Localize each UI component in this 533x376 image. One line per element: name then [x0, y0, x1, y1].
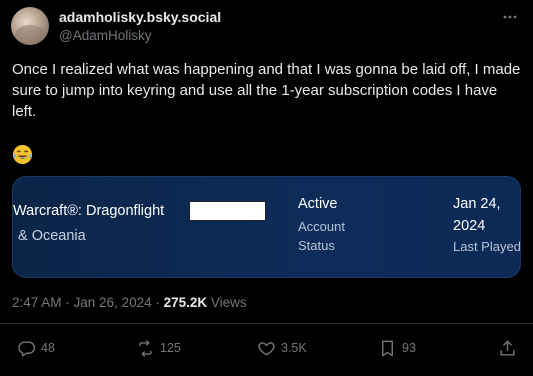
- redaction-box: [189, 201, 266, 221]
- views-label: Views: [207, 295, 247, 310]
- share-button[interactable]: [498, 337, 517, 359]
- repost-count: 125: [160, 341, 181, 355]
- card-game-name: Warcraft®: Dragonflight: [13, 203, 165, 219]
- avatar-image: [15, 25, 45, 45]
- bookmark-button[interactable]: 93: [378, 337, 416, 359]
- heart-icon: [258, 341, 275, 356]
- face-with-tears-of-joy-icon: [12, 144, 33, 165]
- last-played-date-line1: Jan 24,: [453, 196, 501, 212]
- last-played-date-line2: 2024: [453, 218, 486, 234]
- attached-image-card[interactable]: Warcraft®: Dragonflight & Oceania Active…: [12, 176, 521, 278]
- tweet-text: Once I realized what was happening and t…: [12, 61, 521, 120]
- tweet-timestamp[interactable]: 2:47 AM · Jan 26, 2024 ·: [12, 295, 164, 310]
- author-handle[interactable]: @AdamHolisky: [59, 28, 151, 43]
- repost-button[interactable]: 125: [136, 337, 181, 359]
- action-bar: 48 125 3.5K 93: [0, 337, 533, 359]
- views-count: 275.2K: [163, 295, 208, 310]
- account-status-label-line2: Status: [298, 238, 335, 253]
- bookmark-icon: [382, 340, 393, 356]
- account-status-label-line1: Account: [298, 219, 345, 234]
- repost-icon: [139, 339, 152, 357]
- like-button[interactable]: 3.5K: [257, 337, 307, 359]
- share-icon: [500, 339, 515, 356]
- reply-count: 48: [41, 341, 55, 355]
- avatar[interactable]: [11, 7, 49, 45]
- last-played-label: Last Played: [453, 239, 521, 254]
- reply-button[interactable]: 48: [17, 337, 55, 359]
- account-status-value: Active: [298, 196, 338, 212]
- divider: [0, 323, 533, 324]
- card-region: & Oceania: [18, 228, 86, 244]
- author-display-name[interactable]: adamholisky.bsky.social: [59, 9, 221, 25]
- like-count: 3.5K: [281, 341, 307, 355]
- tweet-meta: 2:47 AM · Jan 26, 2024 · 275.2K Views: [12, 295, 247, 310]
- bookmark-count: 93: [402, 341, 416, 355]
- reply-icon: [18, 340, 36, 356]
- more-options-icon[interactable]: [501, 8, 519, 26]
